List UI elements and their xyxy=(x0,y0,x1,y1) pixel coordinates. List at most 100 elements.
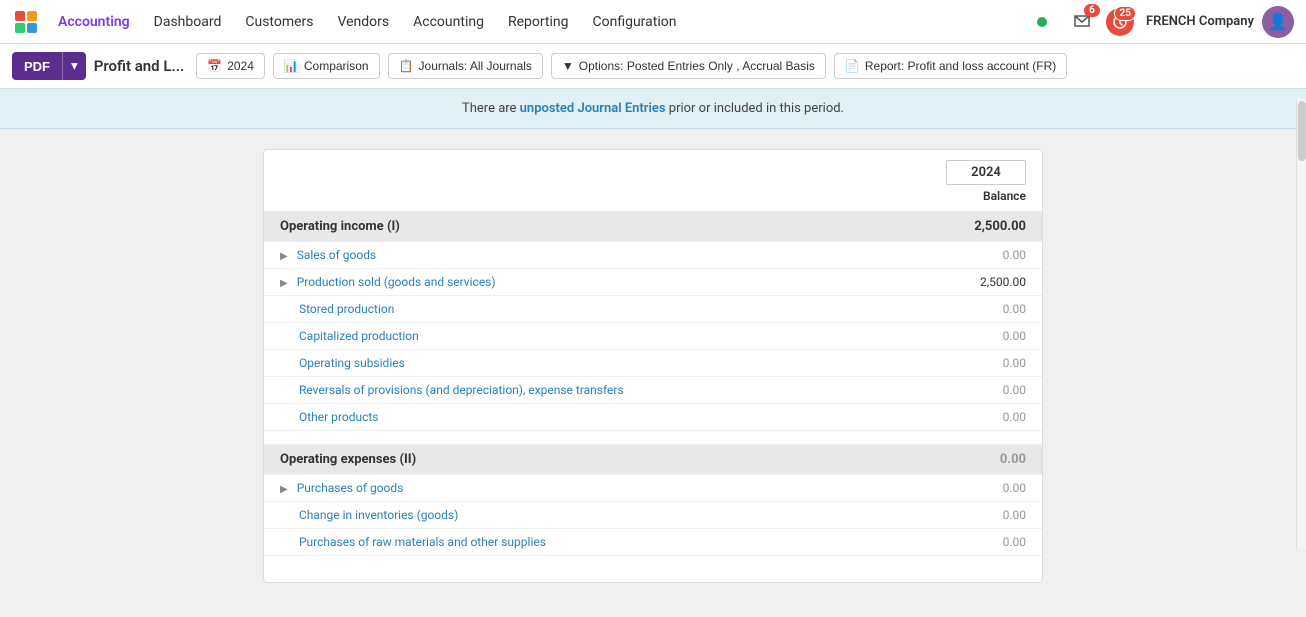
table-row: ▶ Sales of goods 0.00 xyxy=(264,242,1042,269)
row-purchases-raw-label[interactable]: Purchases of raw materials and other sup… xyxy=(299,535,546,549)
row-purchases-goods-label-cell: ▶ Purchases of goods xyxy=(264,475,942,502)
row-sales-label-cell: ▶ Sales of goods xyxy=(264,242,942,269)
notice-suffix: prior or included in this period. xyxy=(666,101,844,116)
main-content: 2024 Balance Operating income (I) 2,500.… xyxy=(0,129,1306,603)
report-toolbar: PDF ▾ Profit and L... 📅 2024 📊 Compariso… xyxy=(0,44,1306,89)
journal-icon: 📋 xyxy=(399,59,414,73)
expand-icon[interactable]: ▶ xyxy=(280,251,288,262)
user-avatar[interactable]: 👤 xyxy=(1262,6,1294,38)
row-sales-label[interactable]: Sales of goods xyxy=(297,248,376,262)
row-production-sold-value: 2,500.00 xyxy=(942,269,1042,296)
row-stored-label[interactable]: Stored production xyxy=(299,302,394,316)
scrollbar[interactable] xyxy=(1296,99,1306,549)
section-operating-income: Operating income (I) 2,500.00 xyxy=(264,212,1042,242)
section-operating-income-label: Operating income (I) xyxy=(264,212,942,242)
expand-icon[interactable]: ▶ xyxy=(280,484,288,495)
scrollbar-thumb[interactable] xyxy=(1298,101,1306,161)
row-stored-value: 0.00 xyxy=(942,296,1042,323)
table-row: Change in inventories (goods) 0.00 xyxy=(264,502,1042,529)
row-change-inventories-label[interactable]: Change in inventories (goods) xyxy=(299,508,458,522)
company-name-label: FRENCH Company xyxy=(1146,14,1254,29)
table-row: Other products 0.00 xyxy=(264,404,1042,431)
top-navigation: Accounting Dashboard Customers Vendors A… xyxy=(0,0,1306,44)
filter-comparison-label: Comparison xyxy=(304,59,369,73)
activities-button[interactable]: 25 xyxy=(1106,8,1134,36)
row-purchases-raw-value: 0.00 xyxy=(942,529,1042,556)
calendar-icon: 📅 xyxy=(207,59,222,73)
row-other-products-label-cell: Other products xyxy=(264,404,942,431)
nav-item-customers[interactable]: Customers xyxy=(235,8,323,36)
pdf-button-group[interactable]: PDF ▾ xyxy=(12,52,86,80)
row-purchases-goods-label[interactable]: Purchases of goods xyxy=(297,481,404,495)
filter-icon: ▼ xyxy=(562,59,574,73)
balance-column-header: Balance xyxy=(926,189,1026,203)
filter-report[interactable]: 📄 Report: Profit and loss account (FR) xyxy=(834,53,1067,79)
row-change-inventories-label-cell: Change in inventories (goods) xyxy=(264,502,942,529)
row-sales-value: 0.00 xyxy=(942,242,1042,269)
nav-item-accounting-brand[interactable]: Accounting xyxy=(48,8,140,36)
nav-item-accounting[interactable]: Accounting xyxy=(403,8,494,36)
activities-badge: 25 xyxy=(1114,6,1135,21)
table-row: Purchases of raw materials and other sup… xyxy=(264,529,1042,556)
section-operating-expenses-value: 0.00 xyxy=(942,445,1042,475)
notice-bar: There are unposted Journal Entries prior… xyxy=(0,89,1306,129)
table-row: ▶ Production sold (goods and services) 2… xyxy=(264,269,1042,296)
filter-year-label: 2024 xyxy=(227,59,254,73)
filter-report-label: Report: Profit and loss account (FR) xyxy=(865,59,1056,73)
app-logo[interactable] xyxy=(12,8,40,36)
row-reversals-value: 0.00 xyxy=(942,377,1042,404)
section-operating-expenses: Operating expenses (II) 0.00 xyxy=(264,445,1042,475)
row-production-sold-label[interactable]: Production sold (goods and services) xyxy=(297,275,496,289)
table-row: Capitalized production 0.00 xyxy=(264,323,1042,350)
pdf-dropdown-button[interactable]: ▾ xyxy=(62,52,86,80)
report-table: Operating income (I) 2,500.00 ▶ Sales of… xyxy=(264,212,1042,556)
filter-comparison[interactable]: 📊 Comparison xyxy=(273,53,380,79)
table-row: ▶ Purchases of goods 0.00 xyxy=(264,475,1042,502)
nav-item-reporting[interactable]: Reporting xyxy=(498,8,579,36)
table-row: Stored production 0.00 xyxy=(264,296,1042,323)
filter-options[interactable]: ▼ Options: Posted Entries Only , Accrual… xyxy=(551,53,826,79)
report-card: 2024 Balance Operating income (I) 2,500.… xyxy=(263,149,1043,583)
filter-journals[interactable]: 📋 Journals: All Journals xyxy=(388,53,543,79)
row-capitalized-label-cell: Capitalized production xyxy=(264,323,942,350)
row-other-products-label[interactable]: Other products xyxy=(299,410,379,424)
report-subheader: Balance xyxy=(264,185,1042,212)
messages-badge: 6 xyxy=(1084,4,1100,17)
row-purchases-goods-value: 0.00 xyxy=(942,475,1042,502)
row-capitalized-value: 0.00 xyxy=(942,323,1042,350)
row-reversals-label[interactable]: Reversals of provisions (and depreciatio… xyxy=(299,383,624,397)
year-box: 2024 xyxy=(946,160,1026,185)
notice-prefix: There are xyxy=(462,101,520,116)
row-production-sold-label-cell: ▶ Production sold (goods and services) xyxy=(264,269,942,296)
online-dot xyxy=(1037,17,1047,27)
spacer-row xyxy=(264,431,1042,445)
nav-item-dashboard[interactable]: Dashboard xyxy=(144,8,232,36)
table-row: Reversals of provisions (and depreciatio… xyxy=(264,377,1042,404)
row-reversals-label-cell: Reversals of provisions (and depreciatio… xyxy=(264,377,942,404)
report-year-header: 2024 xyxy=(264,150,1042,185)
pdf-button[interactable]: PDF xyxy=(12,52,62,80)
row-other-products-value: 0.00 xyxy=(942,404,1042,431)
filter-year[interactable]: 📅 2024 xyxy=(196,53,265,79)
row-subsidies-label[interactable]: Operating subsidies xyxy=(299,356,405,370)
report-icon: 📄 xyxy=(845,59,860,73)
row-subsidies-label-cell: Operating subsidies xyxy=(264,350,942,377)
row-subsidies-value: 0.00 xyxy=(942,350,1042,377)
section-operating-income-value: 2,500.00 xyxy=(942,212,1042,242)
nav-item-vendors[interactable]: Vendors xyxy=(328,8,400,36)
nav-item-configuration[interactable]: Configuration xyxy=(583,8,687,36)
row-purchases-raw-label-cell: Purchases of raw materials and other sup… xyxy=(264,529,942,556)
status-indicator xyxy=(1026,6,1058,38)
page-title: Profit and L... xyxy=(94,57,185,75)
table-row: Operating subsidies 0.00 xyxy=(264,350,1042,377)
expand-icon[interactable]: ▶ xyxy=(280,278,288,289)
nav-icons-group: 6 25 FRENCH Company 👤 xyxy=(1026,6,1294,38)
messages-button[interactable]: 6 xyxy=(1066,6,1098,38)
filter-journals-label: Journals: All Journals xyxy=(419,59,532,73)
row-capitalized-label[interactable]: Capitalized production xyxy=(299,329,419,343)
row-stored-label-cell: Stored production xyxy=(264,296,942,323)
chart-icon: 📊 xyxy=(284,59,299,73)
notice-highlight[interactable]: unposted Journal Entries xyxy=(520,101,666,116)
section-operating-expenses-label: Operating expenses (II) xyxy=(264,445,942,475)
row-change-inventories-value: 0.00 xyxy=(942,502,1042,529)
